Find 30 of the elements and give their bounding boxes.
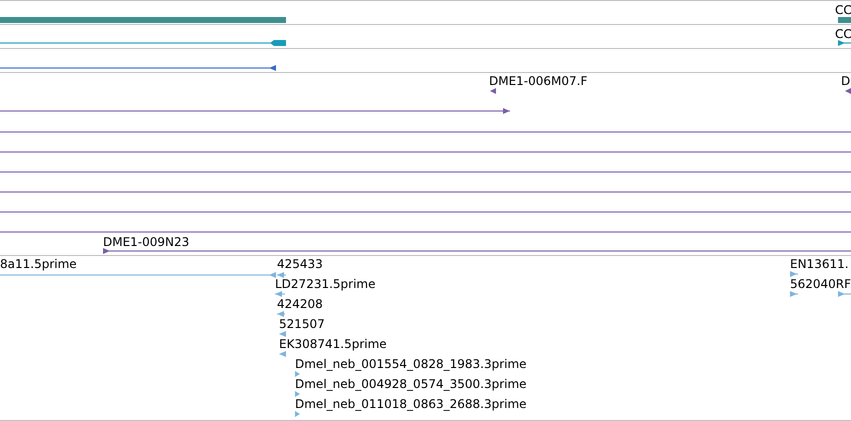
feature-label: Dmel_neb_001554_0828_1983.3prime — [295, 357, 527, 371]
feature-arrow — [490, 87, 496, 95]
feature-label: EK308741.5prime — [279, 337, 387, 351]
feature-label: 425433 — [277, 257, 323, 271]
feature-arrow — [790, 270, 798, 278]
feature-arrow — [295, 370, 300, 378]
feature-arrow — [279, 330, 286, 338]
feature-label: CC — [835, 27, 851, 41]
feature-label: 424208 — [277, 297, 323, 311]
feature-arrow — [845, 87, 851, 95]
feature-label: D — [841, 74, 850, 88]
feature-label: DME1-009N23 — [103, 235, 190, 249]
feature-label: EN13611. — [790, 257, 849, 271]
feature-label: LD27231.5prime — [275, 277, 376, 291]
feature-arrow — [295, 390, 300, 398]
feature-arrow — [295, 410, 300, 418]
feature-arrow — [790, 290, 798, 298]
feature-label: 562040RF — [790, 277, 851, 291]
feature-arrow — [838, 39, 851, 47]
feature-label: Dmel_neb_004928_0574_3500.3prime — [295, 377, 527, 391]
feature-label: Dmel_neb_011018_0863_2688.3prime — [295, 397, 527, 411]
feature-arrow — [279, 350, 286, 358]
feature-arrow — [275, 290, 285, 298]
feature-label: 521507 — [279, 317, 325, 331]
feature-label: 8a11.5prime — [0, 257, 77, 271]
feature-arrow — [277, 310, 285, 318]
feature-bar — [838, 16, 851, 24]
feature-arrow — [838, 290, 851, 298]
feature-label: DME1-006M07.F — [489, 74, 588, 88]
feature-label: CC — [835, 3, 851, 17]
